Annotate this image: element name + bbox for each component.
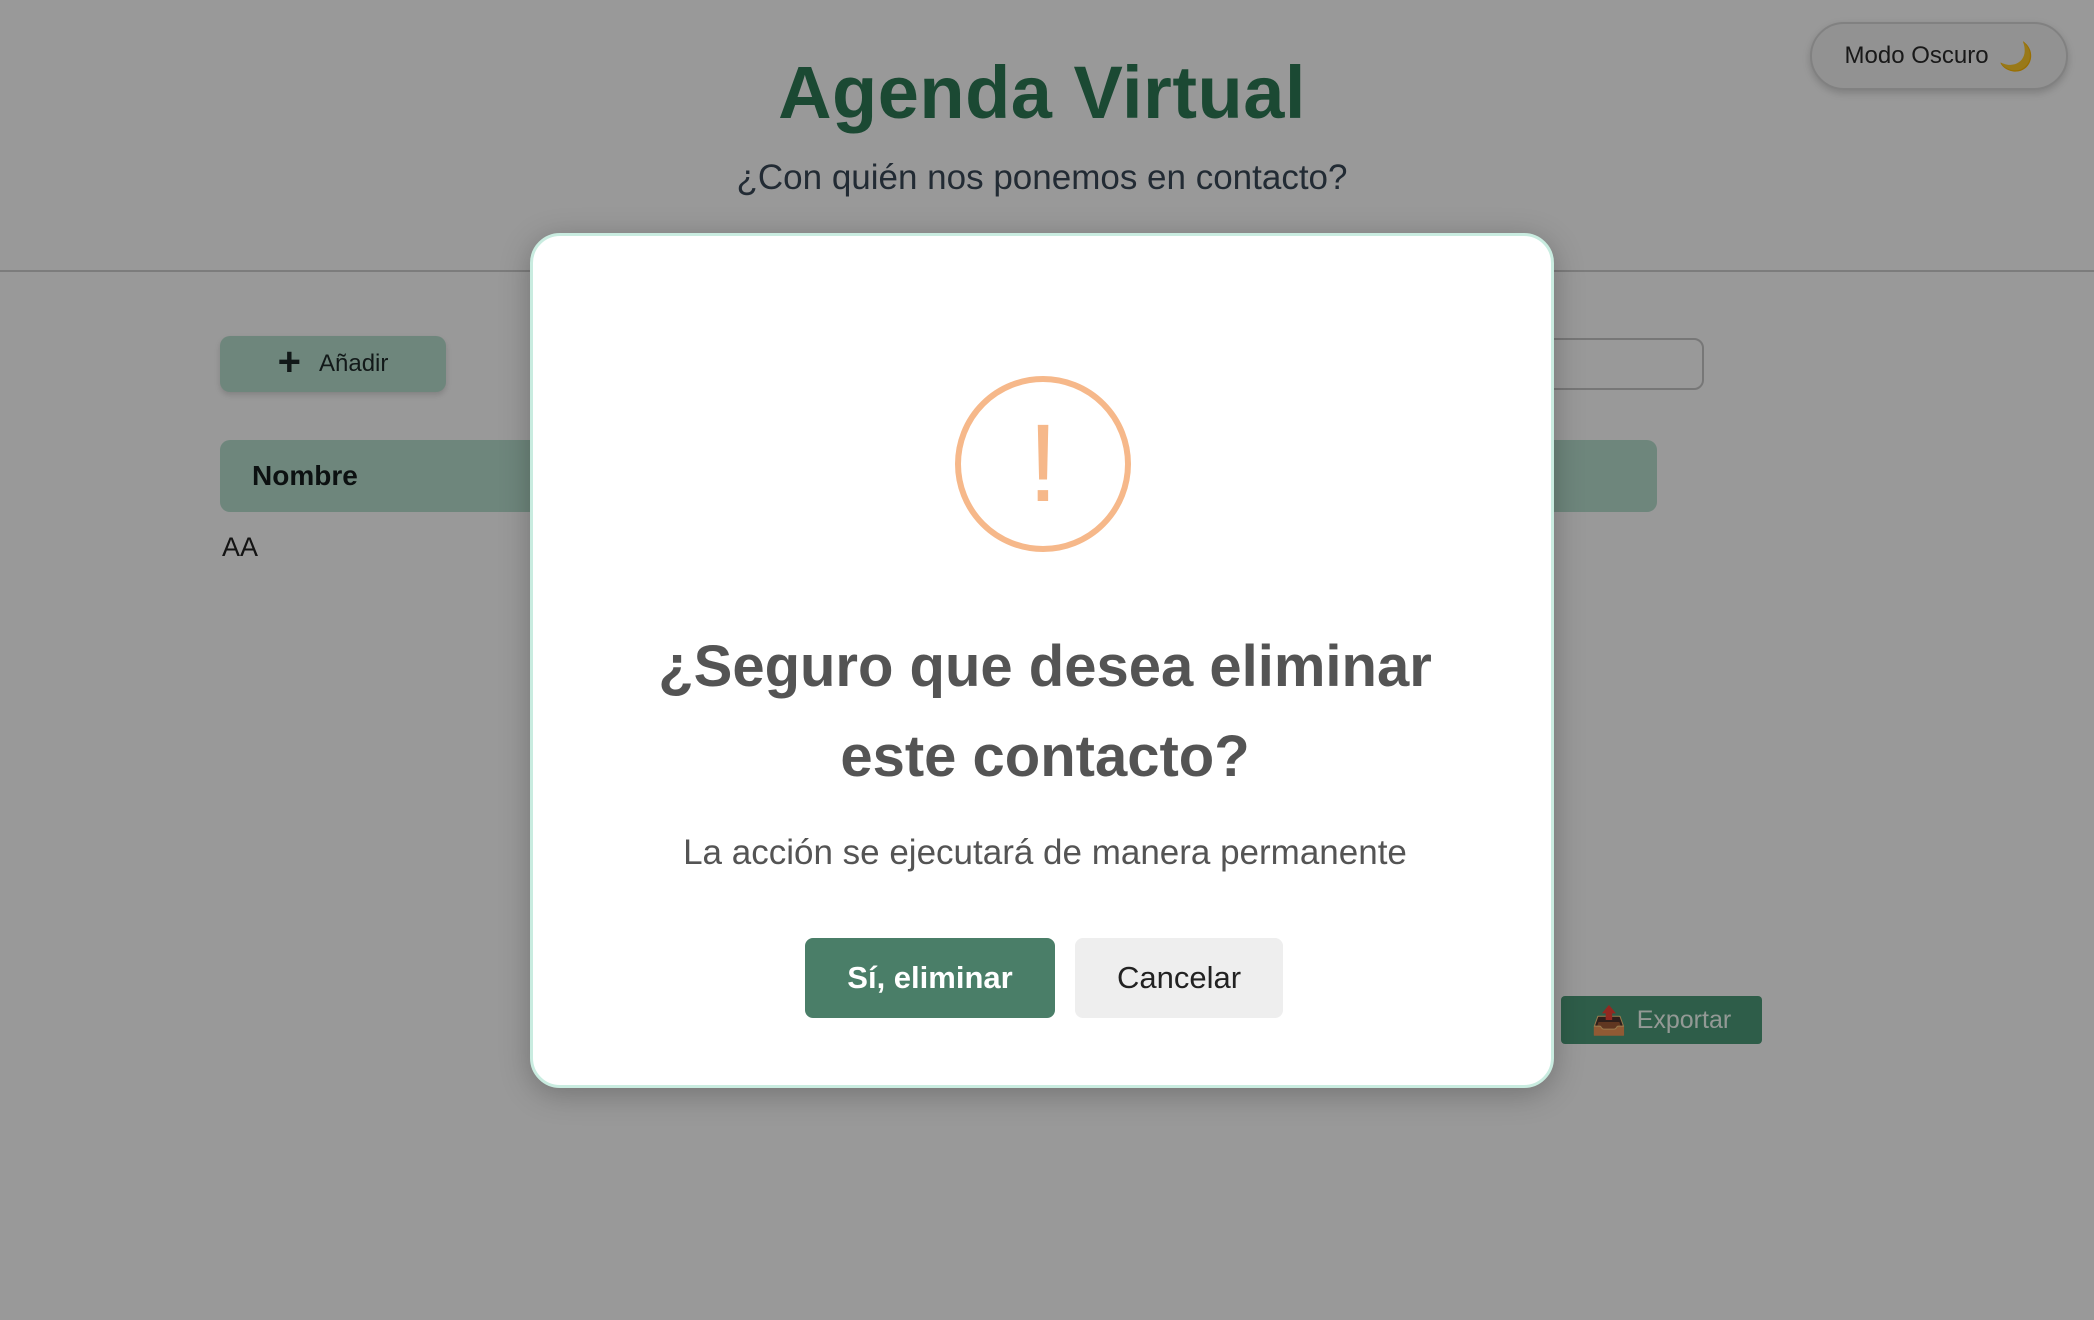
delete-confirmation-dialog: ! ¿Seguro que desea eliminar este contac…: [530, 233, 1554, 1088]
warning-icon: !: [955, 376, 1131, 552]
cancel-button[interactable]: Cancelar: [1075, 938, 1283, 1018]
confirm-delete-button[interactable]: Sí, eliminar: [805, 938, 1055, 1018]
dialog-message: La acción se ejecutará de manera permane…: [683, 833, 1407, 872]
dialog-title: ¿Seguro que desea eliminar este contacto…: [658, 634, 1432, 789]
